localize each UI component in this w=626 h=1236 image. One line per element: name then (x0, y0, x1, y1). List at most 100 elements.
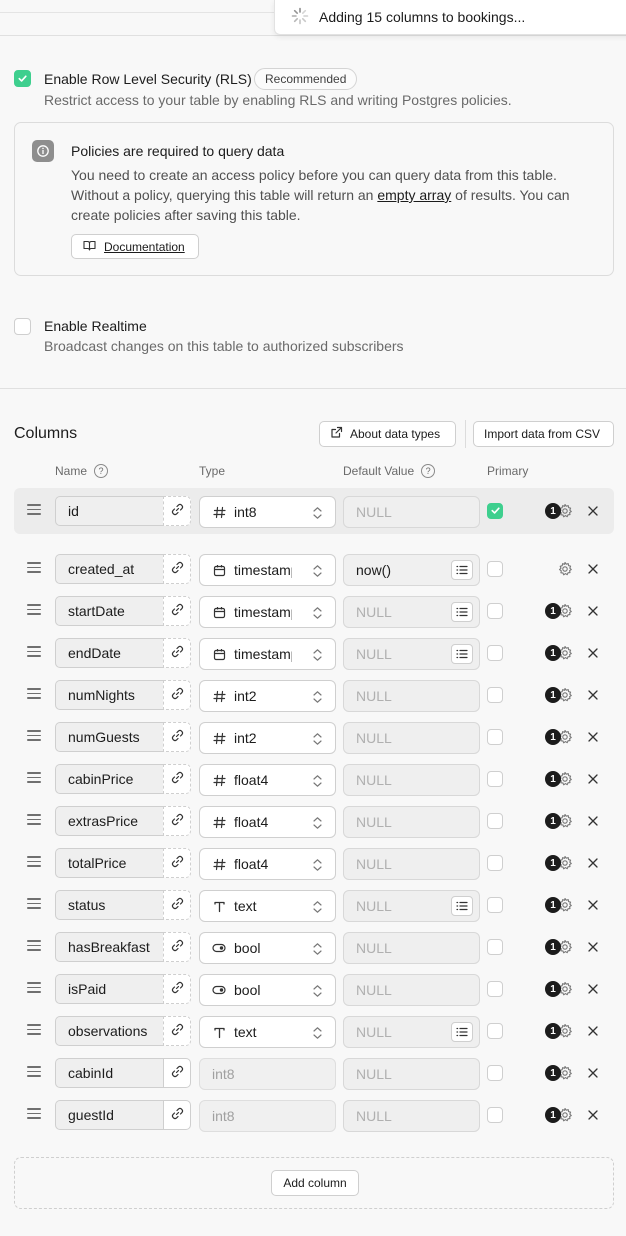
drag-handle-icon[interactable] (27, 730, 41, 742)
primary-key-checkbox[interactable] (487, 855, 503, 871)
close-icon[interactable] (587, 1108, 599, 1124)
primary-key-checkbox[interactable] (487, 729, 503, 745)
close-icon[interactable] (587, 504, 599, 520)
primary-key-checkbox[interactable] (487, 1065, 503, 1081)
drag-handle-icon[interactable] (27, 898, 41, 910)
add-column-button[interactable]: Add column (271, 1170, 359, 1196)
column-name-input[interactable]: numGuests (55, 722, 163, 752)
about-data-types-button[interactable]: About data types (319, 421, 456, 447)
foreign-key-link-button[interactable] (163, 722, 191, 752)
column-name-input[interactable]: isPaid (55, 974, 163, 1004)
foreign-key-link-button[interactable] (163, 974, 191, 1004)
list-icon[interactable] (451, 560, 473, 580)
close-icon[interactable] (587, 856, 599, 872)
close-icon[interactable] (587, 562, 599, 578)
list-icon[interactable] (451, 602, 473, 622)
column-type-select[interactable]: int8 (199, 496, 336, 528)
primary-key-checkbox[interactable] (487, 939, 503, 955)
column-type-select[interactable]: text (199, 1016, 336, 1048)
drag-handle-icon[interactable] (27, 856, 41, 868)
close-icon[interactable] (587, 1066, 599, 1082)
primary-key-checkbox[interactable] (487, 1107, 503, 1123)
column-type-select[interactable]: bool (199, 974, 336, 1006)
close-icon[interactable] (587, 898, 599, 914)
help-icon[interactable]: ? (421, 464, 436, 478)
foreign-key-link-button[interactable] (163, 680, 191, 710)
close-icon[interactable] (587, 1024, 599, 1040)
primary-key-checkbox[interactable] (487, 561, 503, 577)
column-name-input[interactable]: created_at (55, 554, 163, 584)
column-name-input[interactable]: startDate (55, 596, 163, 626)
default-value-input[interactable]: NULL (343, 974, 480, 1006)
drag-handle-icon[interactable] (27, 940, 41, 952)
column-type-select[interactable]: float4 (199, 848, 336, 880)
column-name-input[interactable]: observations (55, 1016, 163, 1046)
close-icon[interactable] (587, 982, 599, 998)
column-type-select[interactable]: timestamptz (199, 596, 336, 628)
column-name-input[interactable]: id (55, 496, 163, 526)
default-value-input[interactable]: NULL (343, 680, 480, 712)
primary-key-checkbox[interactable] (487, 603, 503, 619)
close-icon[interactable] (587, 730, 599, 746)
foreign-key-link-button[interactable] (163, 1016, 191, 1046)
foreign-key-link-button[interactable] (163, 496, 191, 526)
foreign-key-link-button[interactable] (163, 890, 191, 920)
column-name-input[interactable]: cabinId (55, 1058, 163, 1088)
list-icon[interactable] (451, 644, 473, 664)
column-name-input[interactable]: extrasPrice (55, 806, 163, 836)
foreign-key-link-button[interactable] (163, 596, 191, 626)
default-value-input[interactable]: NULL (343, 596, 480, 628)
realtime-checkbox[interactable] (14, 318, 31, 335)
primary-key-checkbox[interactable] (487, 771, 503, 787)
foreign-key-link-button[interactable] (163, 1058, 191, 1088)
drag-handle-icon[interactable] (27, 562, 41, 574)
drag-handle-icon[interactable] (27, 688, 41, 700)
default-value-input[interactable]: NULL (343, 848, 480, 880)
drag-handle-icon[interactable] (27, 504, 41, 516)
column-name-input[interactable]: cabinPrice (55, 764, 163, 794)
list-icon[interactable] (451, 1022, 473, 1042)
column-name-input[interactable]: totalPrice (55, 848, 163, 878)
column-name-input[interactable]: endDate (55, 638, 163, 668)
close-icon[interactable] (587, 604, 599, 620)
drag-handle-icon[interactable] (27, 1024, 41, 1036)
default-value-input[interactable]: NULL (343, 1100, 480, 1132)
default-value-input[interactable]: NULL (343, 496, 480, 528)
column-type-select[interactable]: int2 (199, 680, 336, 712)
column-type-select[interactable]: float4 (199, 806, 336, 838)
foreign-key-link-button[interactable] (163, 806, 191, 836)
drag-handle-icon[interactable] (27, 982, 41, 994)
close-icon[interactable] (587, 646, 599, 662)
column-type-select[interactable]: int2 (199, 722, 336, 754)
column-type-select[interactable]: text (199, 890, 336, 922)
default-value-input[interactable]: NULL (343, 1058, 480, 1090)
close-icon[interactable] (587, 814, 599, 830)
foreign-key-link-button[interactable] (163, 848, 191, 878)
foreign-key-link-button[interactable] (163, 1100, 191, 1130)
column-name-input[interactable]: status (55, 890, 163, 920)
primary-key-checkbox[interactable] (487, 645, 503, 661)
documentation-button[interactable]: Documentation (71, 234, 199, 259)
column-type-select[interactable]: float4 (199, 764, 336, 796)
primary-key-checkbox[interactable] (487, 503, 503, 519)
column-type-select[interactable]: timestamptz (199, 554, 336, 586)
default-value-input[interactable]: NULL (343, 806, 480, 838)
column-name-input[interactable]: hasBreakfast (55, 932, 163, 962)
drag-handle-icon[interactable] (27, 814, 41, 826)
foreign-key-link-button[interactable] (163, 764, 191, 794)
rls-checkbox[interactable] (14, 70, 31, 87)
drag-handle-icon[interactable] (27, 1108, 41, 1120)
drag-handle-icon[interactable] (27, 772, 41, 784)
primary-key-checkbox[interactable] (487, 897, 503, 913)
primary-key-checkbox[interactable] (487, 813, 503, 829)
drag-handle-icon[interactable] (27, 646, 41, 658)
help-icon[interactable]: ? (94, 464, 109, 478)
close-icon[interactable] (587, 940, 599, 956)
gear-icon[interactable] (557, 561, 573, 580)
primary-key-checkbox[interactable] (487, 687, 503, 703)
column-type-select[interactable]: timestamptz (199, 638, 336, 670)
foreign-key-link-button[interactable] (163, 554, 191, 584)
foreign-key-link-button[interactable] (163, 638, 191, 668)
default-value-input[interactable]: NULL (343, 932, 480, 964)
empty-array-link[interactable]: empty array (377, 187, 451, 203)
